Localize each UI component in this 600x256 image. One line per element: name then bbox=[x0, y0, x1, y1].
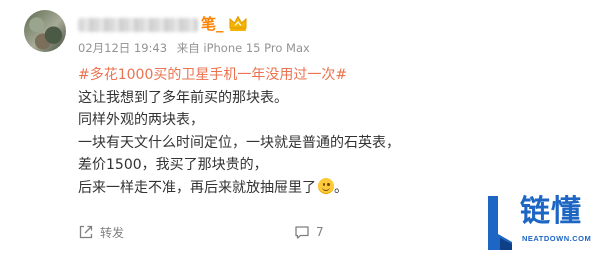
post-content: #多花1000买的卫星手机一年没用过一次# 这让我想到了多年前买的那块表。 同样… bbox=[78, 64, 498, 199]
username-redacted bbox=[78, 17, 198, 32]
logo-brand-text: 链懂 bbox=[520, 194, 582, 229]
post-actions: 转发 7 bbox=[78, 222, 338, 242]
post-source: 来自 iPhone 15 Pro Max bbox=[176, 41, 310, 55]
post-line-5-text: 后来一样走不准，再后来就放抽屉里了 bbox=[78, 179, 316, 196]
post-line-4: 差价1500，我买了那块贵的， bbox=[78, 157, 268, 173]
post-line-5-end: 。 bbox=[334, 179, 348, 196]
logo-mark-icon bbox=[488, 196, 512, 250]
comment-count: 7 bbox=[316, 225, 324, 239]
username[interactable]: 笔_ bbox=[78, 14, 224, 34]
share-icon bbox=[79, 225, 93, 239]
post-line-3: 一块有天文什么时间定位，一块就是普通的石英表， bbox=[78, 134, 400, 151]
forward-label: 转发 bbox=[100, 225, 125, 240]
logo-site-text: NEATDOWN.COM bbox=[522, 234, 592, 243]
user-avatar[interactable] bbox=[24, 10, 66, 52]
comment-button[interactable]: 7 bbox=[294, 222, 324, 242]
post-line-5: 后来一样走不准，再后来就放抽屉里了 。 bbox=[78, 177, 498, 200]
hashtag-link[interactable]: #多花1000买的卫星手机一年没用过一次# bbox=[78, 64, 498, 87]
vip-crown-icon bbox=[229, 15, 247, 31]
post-line-1: 这让我想到了多年前买的那块表。 bbox=[78, 89, 288, 106]
smile-emoji-icon bbox=[318, 177, 334, 194]
post-meta: 02月12日 19:43 来自 iPhone 15 Pro Max bbox=[78, 40, 316, 56]
forward-button[interactable]: 转发 bbox=[78, 222, 124, 242]
post-line-2: 同样外观的两块表， bbox=[78, 112, 204, 128]
username-tail: 笔_ bbox=[201, 15, 224, 33]
watermark-logo: 链懂 NEATDOWN.COM bbox=[486, 192, 600, 256]
comment-icon bbox=[295, 226, 309, 239]
post-date[interactable]: 02月12日 19:43 bbox=[78, 41, 167, 55]
